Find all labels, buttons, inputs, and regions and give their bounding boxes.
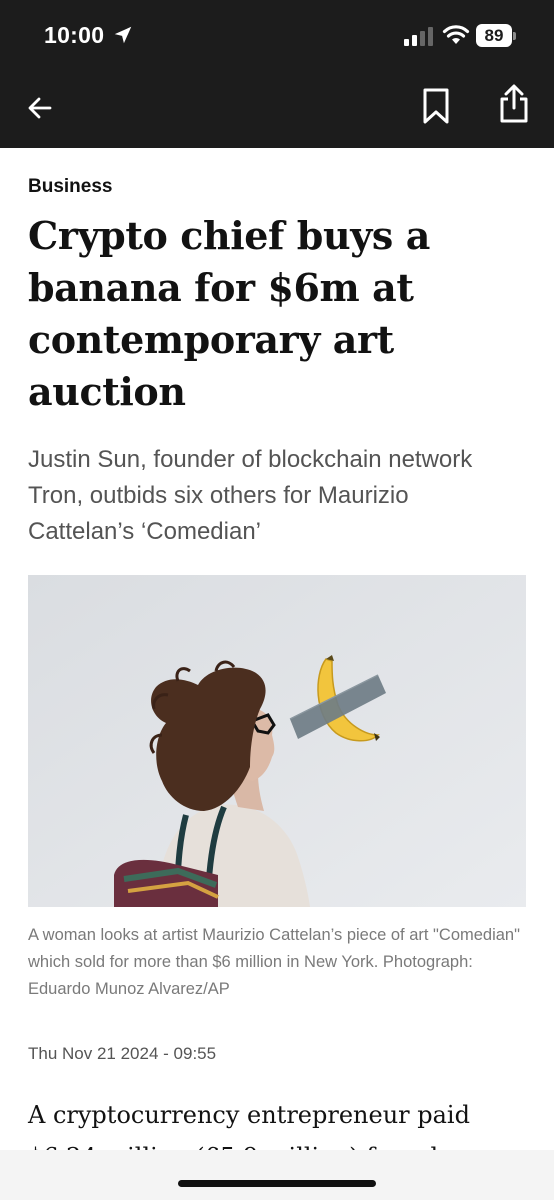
bookmark-button[interactable]	[416, 86, 456, 126]
back-arrow-icon	[28, 97, 52, 119]
share-icon	[500, 84, 528, 123]
nav-bar	[0, 72, 554, 148]
publish-date: Thu Nov 21 2024 - 09:55	[28, 1044, 217, 1063]
photo-illustration	[28, 575, 526, 907]
wifi-icon	[442, 25, 470, 44]
article-photo[interactable]	[28, 575, 526, 907]
home-indicator[interactable]	[178, 1180, 376, 1187]
top-bar: 10:00 89	[0, 0, 554, 148]
battery-percent: 89	[484, 26, 504, 45]
bottom-bar	[0, 1150, 554, 1200]
battery-icon: 89	[476, 24, 518, 48]
article-standfirst: Justin Sun, founder of blockchain networ…	[28, 446, 473, 545]
article-section-label[interactable]: Business	[28, 176, 112, 198]
share-button[interactable]	[494, 84, 534, 124]
cellular-signal-icon	[404, 27, 433, 46]
bookmark-icon	[423, 88, 449, 124]
location-arrow-icon	[114, 26, 132, 44]
back-button[interactable]	[20, 88, 60, 128]
article-headline: Crypto chief buys a banana for $6m at co…	[28, 213, 430, 414]
photo-caption: A woman looks at artist Maurizio Cattela…	[28, 926, 520, 998]
status-time: 10:00	[44, 22, 105, 48]
status-bar: 10:00 89	[0, 0, 554, 72]
